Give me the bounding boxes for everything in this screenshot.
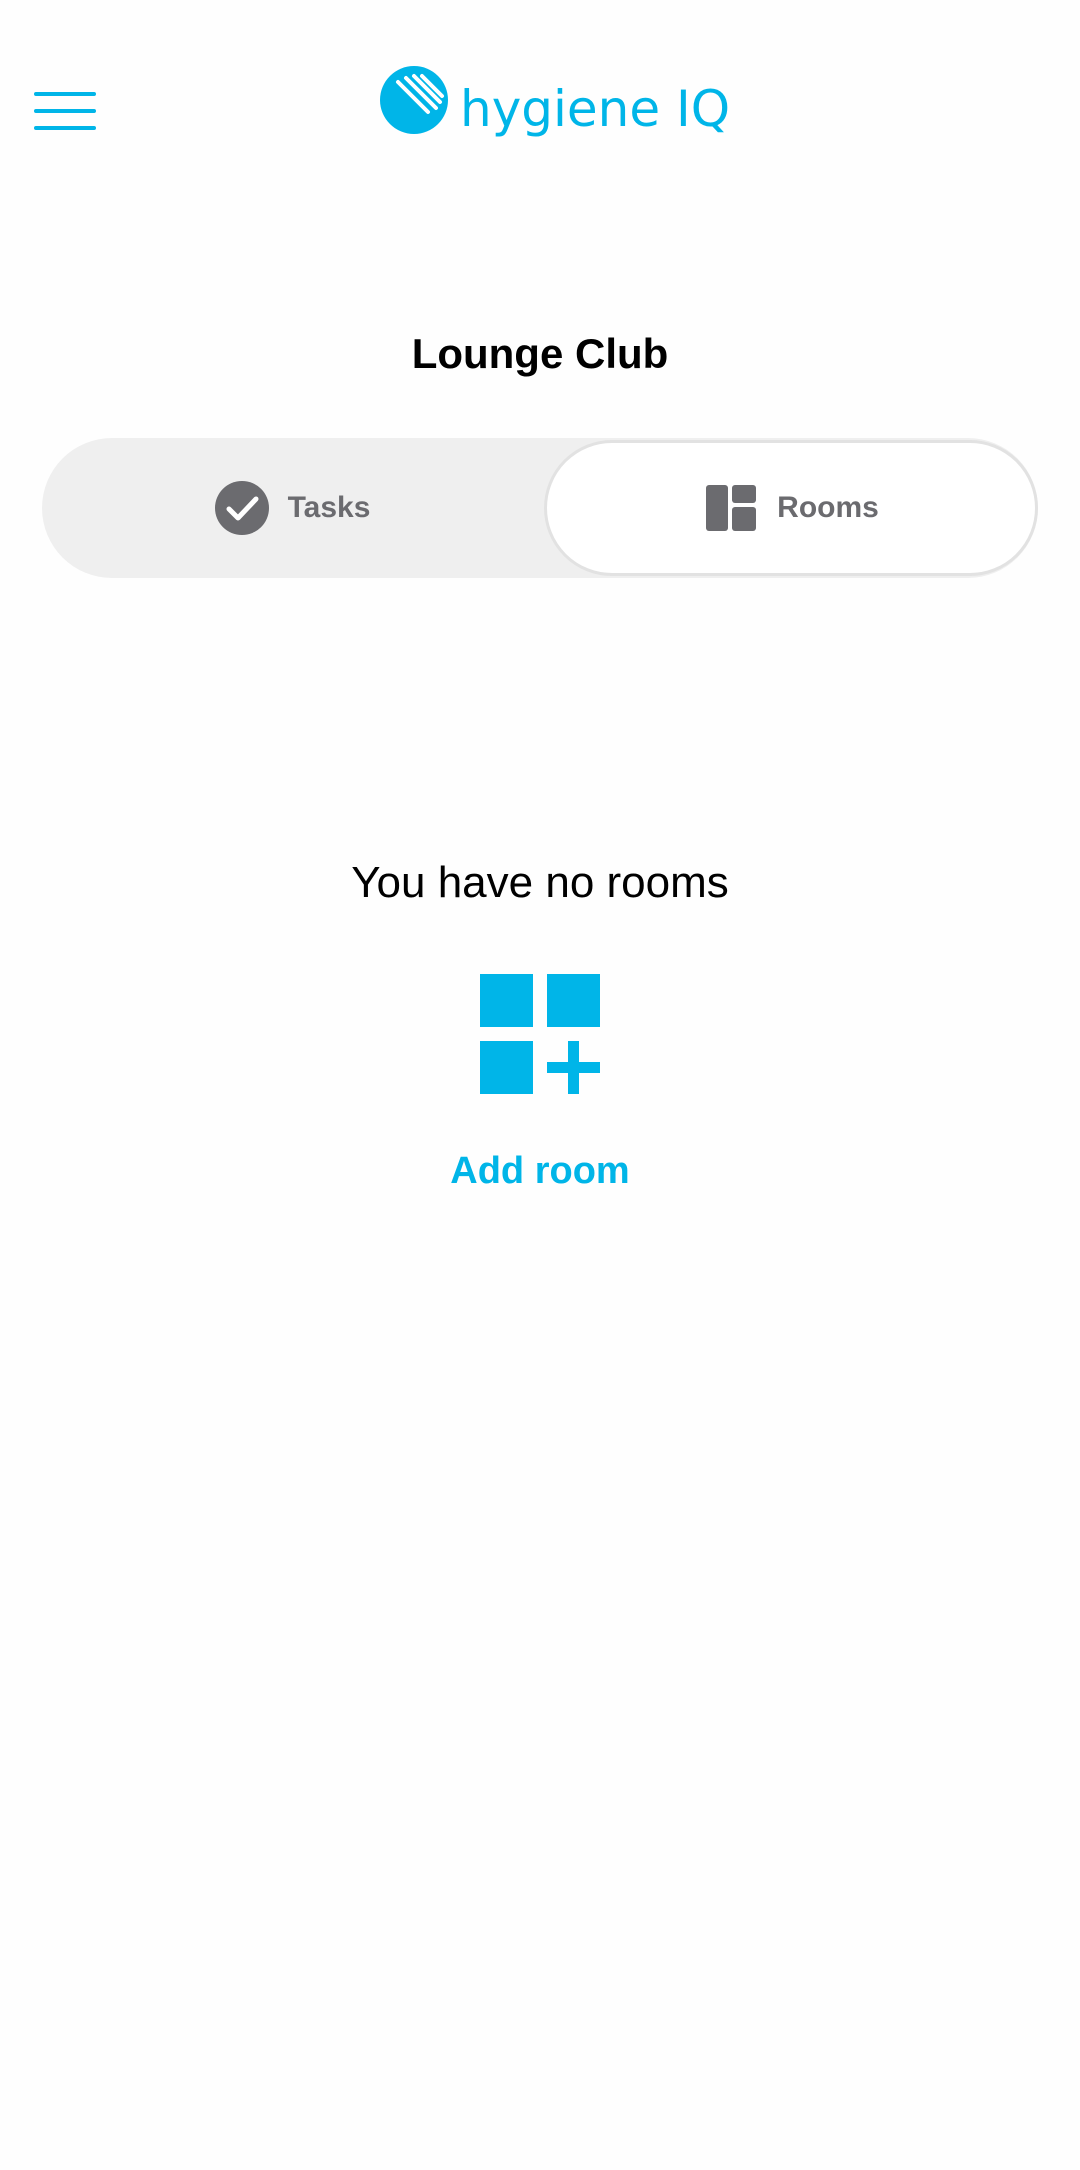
app-header: hygiene IQ — [0, 0, 1080, 220]
hygiene-iq-logo-icon — [380, 66, 448, 134]
tab-rooms-label: Rooms — [777, 491, 879, 524]
view-switcher: Tasks Rooms — [42, 438, 1038, 578]
hygiene-iq-logo: hygiene IQ — [378, 62, 730, 152]
tab-tasks-label: Tasks — [287, 491, 371, 524]
menu-button[interactable] — [30, 86, 100, 136]
rooms-layout-icon — [706, 485, 757, 531]
add-room-button[interactable]: Add room — [0, 1150, 1080, 1193]
empty-state-message: You have no rooms — [351, 858, 729, 907]
tab-tasks[interactable]: Tasks — [42, 438, 542, 578]
add-room-grid-icon[interactable] — [480, 974, 600, 1094]
logo-text: hygiene IQ — [460, 80, 731, 138]
page-title: Lounge Club — [411, 330, 669, 377]
check-circle-icon — [214, 481, 269, 535]
tab-rooms[interactable]: Rooms — [544, 440, 1038, 576]
